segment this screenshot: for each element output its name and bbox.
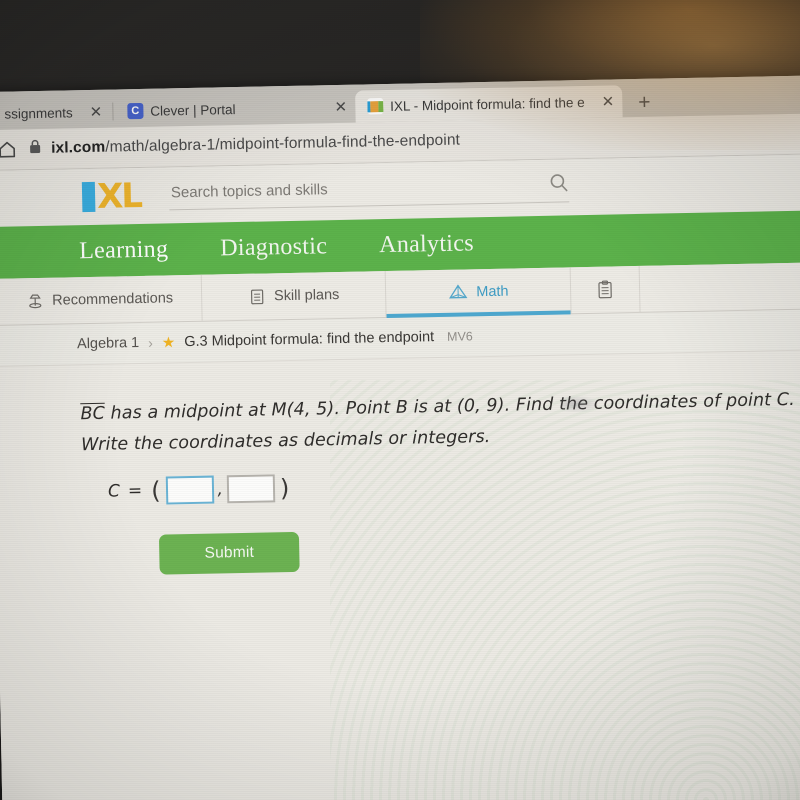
ixl-icon xyxy=(366,98,384,115)
tab-label: Recommendations xyxy=(52,290,174,309)
close-icon[interactable]: ✕ xyxy=(90,103,103,120)
tab-clipboard[interactable] xyxy=(571,265,641,314)
logo-bar xyxy=(81,181,96,213)
tab-divider xyxy=(112,102,114,121)
star-icon[interactable]: ★ xyxy=(162,333,176,351)
tab-title: ssignments xyxy=(4,104,73,122)
equals-sign: = xyxy=(127,481,143,502)
coordinate-comma: , xyxy=(217,479,224,500)
breadcrumb-skill-title: G.3 Midpoint formula: find the endpoint xyxy=(184,329,435,351)
pyramid-icon xyxy=(448,283,468,301)
answer-row: C = ( , ) xyxy=(108,464,800,506)
recommendations-icon xyxy=(26,292,44,310)
tab-recommendations[interactable]: Recommendations xyxy=(0,274,203,325)
tab-skill-plans[interactable]: Skill plans xyxy=(201,271,387,321)
point-c-label: C xyxy=(776,389,790,411)
question-text-3: is at xyxy=(407,396,458,418)
segment-bc: BC xyxy=(80,403,106,425)
browser-window: ssignments ✕ C Clever | Portal ✕ IXL - M… xyxy=(0,75,800,800)
chevron-right-icon: › xyxy=(147,334,153,351)
home-icon[interactable] xyxy=(0,139,17,159)
skill-plans-icon xyxy=(248,287,266,305)
question-area: BC has a midpoint at M(4, 5). Point B is… xyxy=(0,350,800,578)
new-tab-button[interactable]: + xyxy=(638,91,651,114)
url-text: ixl.com/math/algebra-1/midpoint-formula-… xyxy=(51,132,460,158)
tab-label: Skill plans xyxy=(273,286,340,305)
tab-label: Math xyxy=(476,283,509,301)
ixl-logo[interactable]: XL xyxy=(81,175,142,217)
y-coordinate-input[interactable] xyxy=(226,474,276,504)
nav-item-learning[interactable]: Learning xyxy=(79,236,169,265)
nav-item-analytics[interactable]: Analytics xyxy=(379,230,474,259)
photo-of-screen: ssignments ✕ C Clever | Portal ✕ IXL - M… xyxy=(0,0,800,800)
ixl-page: XL Learning Diagnostic Analytics xyxy=(0,154,800,800)
padlock-icon xyxy=(29,139,41,159)
point-b-label: B xyxy=(395,397,409,418)
close-icon[interactable]: ✕ xyxy=(334,98,347,115)
x-coordinate-input[interactable] xyxy=(165,475,214,505)
url-path: /math/algebra-1/midpoint-formula-find-th… xyxy=(105,131,461,156)
question-period: . xyxy=(788,389,795,410)
browser-tab-clever[interactable]: C Clever | Portal ✕ xyxy=(115,91,355,128)
question-text-2: . Point xyxy=(334,397,397,420)
search-icon[interactable] xyxy=(549,172,569,197)
clipboard-icon xyxy=(595,279,615,299)
submit-button[interactable]: Submit xyxy=(158,532,300,575)
point-b-coords: (0, 9) xyxy=(456,395,505,417)
clever-icon: C xyxy=(127,102,144,120)
breadcrumb-subject[interactable]: Algebra 1 xyxy=(77,335,139,352)
open-paren: ( xyxy=(150,476,161,506)
midpoint-label: M xyxy=(271,400,287,421)
breadcrumb-skill-code: MV6 xyxy=(446,329,473,344)
midpoint-coords: (4, 5) xyxy=(286,399,335,421)
url-domain: ixl.com xyxy=(50,138,106,157)
tab-title: IXL - Midpoint formula: find the e xyxy=(389,94,585,114)
tab-math[interactable]: Math xyxy=(385,267,572,318)
browser-tab-ixl[interactable]: IXL - Midpoint formula: find the e ✕ xyxy=(354,85,623,123)
question-text-1: has a midpoint at xyxy=(104,400,272,424)
nav-item-diagnostic[interactable]: Diagnostic xyxy=(220,233,328,262)
tab-title: Clever | Portal xyxy=(150,101,236,119)
close-icon[interactable]: ✕ xyxy=(601,93,614,110)
address-bar[interactable]: ixl.com/math/algebra-1/midpoint-formula-… xyxy=(29,123,800,159)
search-bar[interactable] xyxy=(168,172,570,211)
question-text-4: . Find the coordinates of point xyxy=(504,390,777,416)
logo-text: XL xyxy=(96,175,142,217)
search-input[interactable] xyxy=(168,175,550,203)
browser-tab-assignments[interactable]: ssignments ✕ xyxy=(0,96,111,130)
close-paren: ) xyxy=(279,474,290,503)
answer-label: C xyxy=(107,481,121,502)
